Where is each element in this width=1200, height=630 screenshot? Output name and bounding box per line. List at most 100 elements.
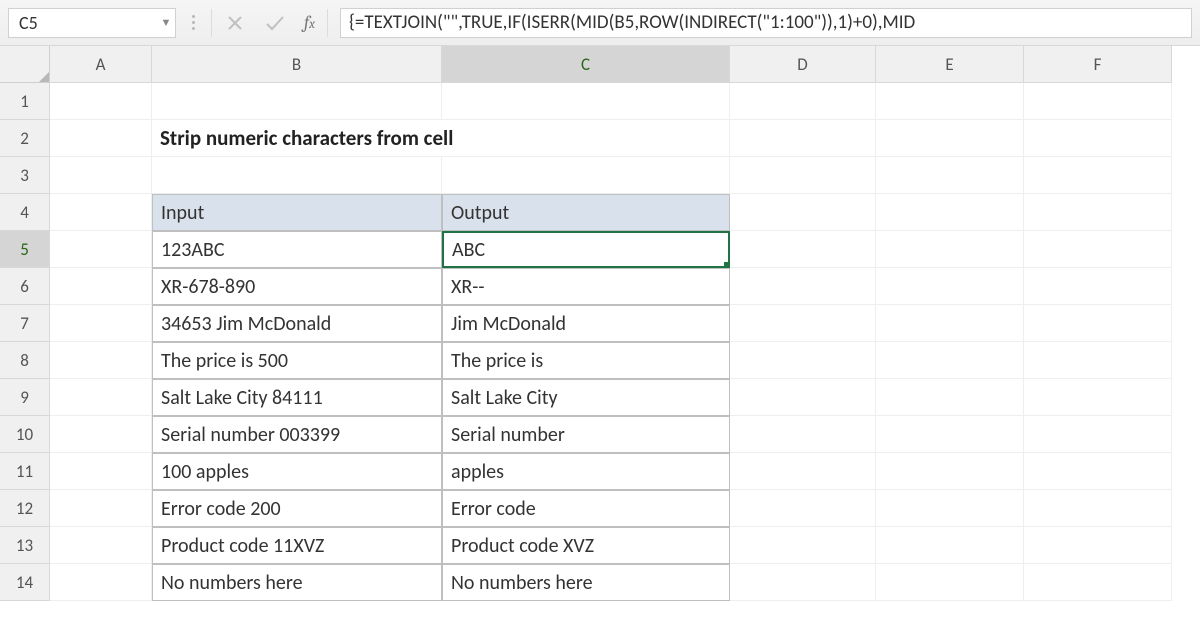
cell-E6[interactable] [876, 268, 1024, 305]
cell-E12[interactable] [876, 490, 1024, 527]
output-cell[interactable]: apples [442, 453, 730, 490]
formula-bar[interactable]: {=TEXTJOIN("",TRUE,IF(ISERR(MID(B5,ROW(I… [340, 8, 1192, 38]
cell-A12[interactable] [50, 490, 152, 527]
cell-A14[interactable] [50, 564, 152, 601]
cell-E8[interactable] [876, 342, 1024, 379]
cell-D3[interactable] [730, 157, 876, 194]
row-header-11[interactable]: 11 [0, 453, 50, 490]
cell-F12[interactable] [1024, 490, 1172, 527]
cell-F2[interactable] [1024, 120, 1172, 157]
cell-F7[interactable] [1024, 305, 1172, 342]
cell-F4[interactable] [1024, 194, 1172, 231]
cell-D2[interactable] [730, 120, 876, 157]
row-header-7[interactable]: 7 [0, 305, 50, 342]
cell-E5[interactable] [876, 231, 1024, 268]
table-header-output[interactable]: Output [442, 194, 730, 231]
cell-D13[interactable] [730, 527, 876, 564]
output-cell[interactable]: Salt Lake City [442, 379, 730, 416]
row-header-1[interactable]: 1 [0, 83, 50, 120]
row-header-8[interactable]: 8 [0, 342, 50, 379]
enter-icon[interactable] [264, 12, 286, 34]
cell-E9[interactable] [876, 379, 1024, 416]
output-cell[interactable]: XR-- [442, 268, 730, 305]
cell-E10[interactable] [876, 416, 1024, 453]
output-cell[interactable]: Serial number [442, 416, 730, 453]
cell-F10[interactable] [1024, 416, 1172, 453]
cell-A1[interactable] [50, 83, 152, 120]
cell-A3[interactable] [50, 157, 152, 194]
cell-E4[interactable] [876, 194, 1024, 231]
col-header-C[interactable]: C [442, 46, 730, 83]
output-cell[interactable]: The price is [442, 342, 730, 379]
row-header-12[interactable]: 12 [0, 490, 50, 527]
cell-A2[interactable] [50, 120, 152, 157]
input-cell[interactable]: Serial number 003399 [152, 416, 442, 453]
cell-C2[interactable] [442, 120, 730, 157]
cell-D9[interactable] [730, 379, 876, 416]
cell-E11[interactable] [876, 453, 1024, 490]
cell-F8[interactable] [1024, 342, 1172, 379]
col-header-F[interactable]: F [1024, 46, 1172, 83]
col-header-A[interactable]: A [50, 46, 152, 83]
input-cell[interactable]: 34653 Jim McDonald [152, 305, 442, 342]
select-all-corner[interactable] [0, 46, 50, 83]
col-header-E[interactable]: E [876, 46, 1024, 83]
input-cell[interactable]: Salt Lake City 84111 [152, 379, 442, 416]
row-header-10[interactable]: 10 [0, 416, 50, 453]
title-cell[interactable]: Strip numeric characters from cell [152, 120, 442, 157]
cell-F11[interactable] [1024, 453, 1172, 490]
input-cell[interactable]: XR-678-890 [152, 268, 442, 305]
output-cell[interactable]: Product code XVZ [442, 527, 730, 564]
output-cell[interactable]: ABC [442, 231, 730, 268]
row-header-14[interactable]: 14 [0, 564, 50, 601]
cell-E14[interactable] [876, 564, 1024, 601]
output-cell[interactable]: No numbers here [442, 564, 730, 601]
name-box[interactable]: C5 ▼ [8, 8, 176, 38]
output-cell[interactable]: Error code [442, 490, 730, 527]
cell-D1[interactable] [730, 83, 876, 120]
fx-icon[interactable]: fx [304, 12, 315, 33]
input-cell[interactable]: 123ABC [152, 231, 442, 268]
cell-A13[interactable] [50, 527, 152, 564]
output-cell[interactable]: Jim McDonald [442, 305, 730, 342]
cell-D4[interactable] [730, 194, 876, 231]
cell-D14[interactable] [730, 564, 876, 601]
row-header-13[interactable]: 13 [0, 527, 50, 564]
spreadsheet-grid[interactable]: ABCDEF12Strip numeric characters from ce… [0, 46, 1200, 601]
row-header-5[interactable]: 5 [0, 231, 50, 268]
cell-E1[interactable] [876, 83, 1024, 120]
cell-F14[interactable] [1024, 564, 1172, 601]
row-header-3[interactable]: 3 [0, 157, 50, 194]
cell-C1[interactable] [442, 83, 730, 120]
cell-E13[interactable] [876, 527, 1024, 564]
cell-A4[interactable] [50, 194, 152, 231]
row-header-6[interactable]: 6 [0, 268, 50, 305]
cell-F9[interactable] [1024, 379, 1172, 416]
cell-E3[interactable] [876, 157, 1024, 194]
cell-D11[interactable] [730, 453, 876, 490]
cell-C3[interactable] [442, 157, 730, 194]
cell-B1[interactable] [152, 83, 442, 120]
input-cell[interactable]: 100 apples [152, 453, 442, 490]
cell-A10[interactable] [50, 416, 152, 453]
cell-A11[interactable] [50, 453, 152, 490]
input-cell[interactable]: Product code 11XVZ [152, 527, 442, 564]
cell-F13[interactable] [1024, 527, 1172, 564]
row-header-2[interactable]: 2 [0, 120, 50, 157]
cell-E7[interactable] [876, 305, 1024, 342]
cell-F6[interactable] [1024, 268, 1172, 305]
cell-A6[interactable] [50, 268, 152, 305]
table-header-input[interactable]: Input [152, 194, 442, 231]
cell-F3[interactable] [1024, 157, 1172, 194]
name-box-dropdown[interactable]: ▼ [157, 9, 175, 37]
cancel-icon[interactable] [224, 12, 246, 34]
cell-D5[interactable] [730, 231, 876, 268]
cell-A9[interactable] [50, 379, 152, 416]
cell-F1[interactable] [1024, 83, 1172, 120]
cell-D7[interactable] [730, 305, 876, 342]
cell-D12[interactable] [730, 490, 876, 527]
col-header-D[interactable]: D [730, 46, 876, 83]
row-header-4[interactable]: 4 [0, 194, 50, 231]
cell-A8[interactable] [50, 342, 152, 379]
col-header-B[interactable]: B [152, 46, 442, 83]
